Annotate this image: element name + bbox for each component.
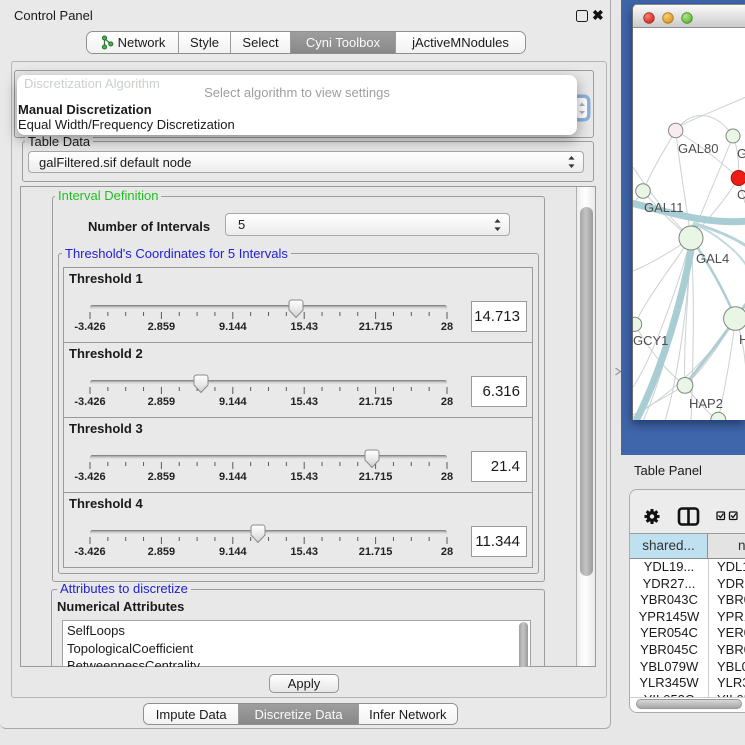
svg-text:GAL80: GAL80 [678,141,718,156]
svg-text:HAP2: HAP2 [689,396,723,411]
svg-text:GAL11: GAL11 [644,200,684,215]
svg-text:GA: GA [737,146,745,161]
svg-text:C: C [737,187,745,202]
svg-text:GCY1: GCY1 [633,333,668,348]
svg-text:H: H [739,332,745,347]
svg-text:GAL4: GAL4 [696,251,729,266]
